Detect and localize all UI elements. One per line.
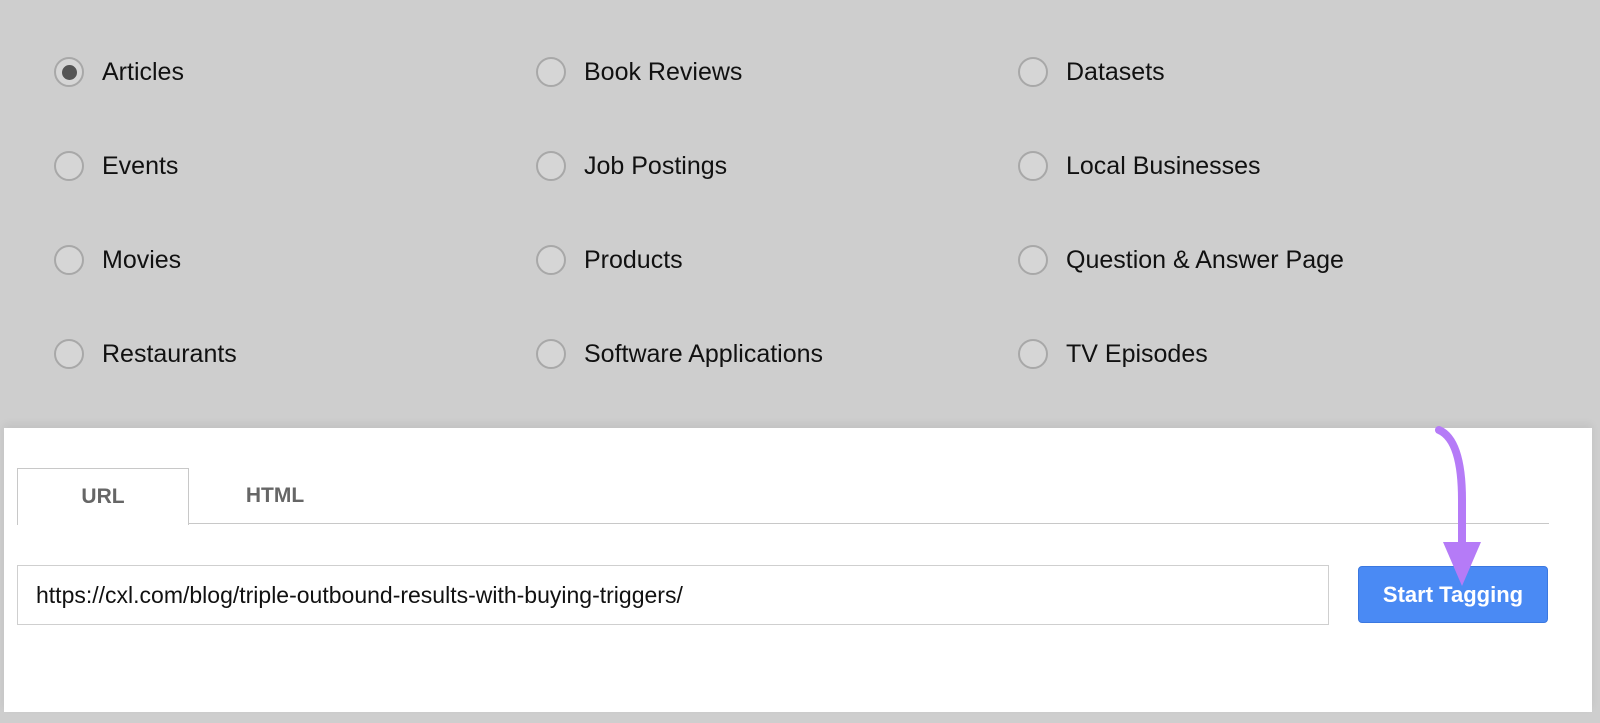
radio-button[interactable] bbox=[1018, 57, 1048, 87]
radio-button[interactable] bbox=[1018, 245, 1048, 275]
radio-label: Articles bbox=[102, 57, 184, 86]
radio-button[interactable] bbox=[54, 151, 84, 181]
radio-button[interactable] bbox=[536, 245, 566, 275]
radio-option[interactable]: Question & Answer Page bbox=[1018, 245, 1344, 275]
radio-button[interactable] bbox=[536, 339, 566, 369]
radio-label: Software Applications bbox=[584, 339, 824, 368]
radio-button[interactable] bbox=[1018, 151, 1048, 181]
radio-option[interactable]: Events bbox=[54, 151, 178, 181]
radio-button[interactable] bbox=[1018, 339, 1048, 369]
radio-option[interactable]: Movies bbox=[54, 245, 181, 275]
tab-divider bbox=[17, 523, 1549, 524]
radio-label: Restaurants bbox=[102, 339, 237, 368]
radio-option[interactable]: Job Postings bbox=[536, 151, 727, 181]
radio-label: Events bbox=[102, 151, 179, 180]
radio-button[interactable] bbox=[54, 57, 84, 87]
radio-button[interactable] bbox=[54, 339, 84, 369]
radio-option[interactable]: Book Reviews bbox=[536, 57, 742, 87]
radio-option[interactable]: Software Applications bbox=[536, 339, 823, 369]
radio-button[interactable] bbox=[536, 57, 566, 87]
radio-button[interactable] bbox=[54, 245, 84, 275]
radio-option[interactable]: Datasets bbox=[1018, 57, 1165, 87]
radio-option[interactable]: Local Businesses bbox=[1018, 151, 1261, 181]
radio-button[interactable] bbox=[536, 151, 566, 181]
tab-url[interactable]: URL bbox=[17, 468, 189, 525]
tab-html[interactable]: HTML bbox=[189, 468, 361, 524]
radio-selected-dot bbox=[61, 64, 77, 80]
radio-label: Datasets bbox=[1066, 57, 1165, 86]
radio-label: Job Postings bbox=[584, 151, 728, 180]
radio-label: Question & Answer Page bbox=[1066, 245, 1344, 274]
radio-label: Local Businesses bbox=[1066, 151, 1261, 180]
radio-option[interactable]: Restaurants bbox=[54, 339, 237, 369]
url-input[interactable] bbox=[17, 565, 1329, 625]
radio-option[interactable]: Articles bbox=[54, 57, 184, 87]
radio-label: Book Reviews bbox=[584, 57, 743, 86]
radio-option[interactable]: Products bbox=[536, 245, 683, 275]
start-tagging-button[interactable]: Start Tagging bbox=[1358, 566, 1548, 623]
radio-option[interactable]: TV Episodes bbox=[1018, 339, 1208, 369]
radio-label: Products bbox=[584, 245, 683, 274]
radio-label: TV Episodes bbox=[1066, 339, 1208, 368]
radio-label: Movies bbox=[102, 245, 182, 274]
